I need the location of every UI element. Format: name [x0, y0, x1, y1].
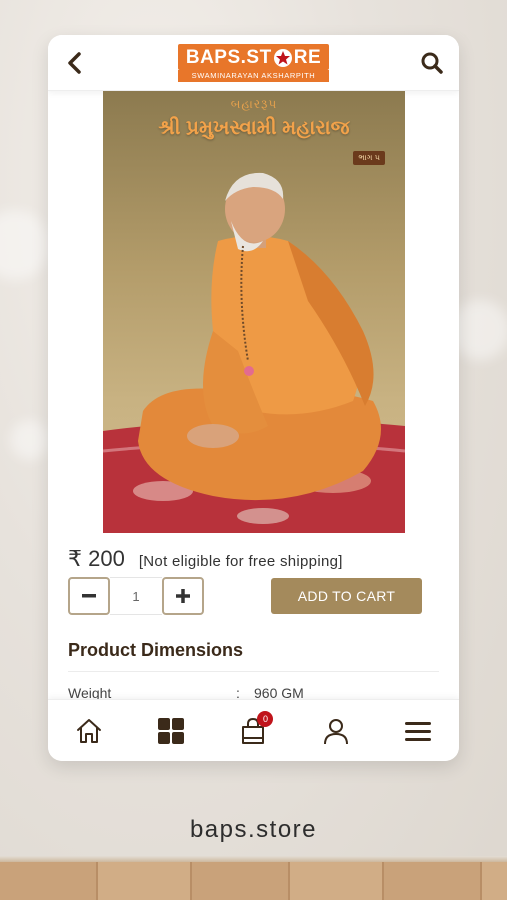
categories-nav-button[interactable] [149, 709, 193, 753]
star-icon [273, 48, 293, 68]
add-to-cart-button[interactable]: ADD TO CART [271, 578, 422, 614]
product-dimensions-heading: Product Dimensions [68, 640, 244, 660]
home-icon [77, 718, 102, 743]
cart-nav-button[interactable]: 0 [231, 709, 275, 753]
bottom-navigation: 0 [48, 699, 459, 761]
background-bokeh [10, 420, 50, 460]
minus-icon [82, 594, 96, 598]
product-price: ₹ 200 [68, 546, 125, 571]
decrease-quantity-button[interactable] [68, 577, 110, 615]
app-header: BAPS.ST RE SWAMINARAYAN AKSHARPITH [48, 35, 459, 91]
cart-count-badge: 0 [257, 710, 274, 727]
cover-illustration [103, 172, 405, 533]
logo-subtitle: SWAMINARAYAN AKSHARPITH [177, 69, 330, 82]
hamburger-menu-icon [404, 721, 431, 741]
background-bokeh [0, 210, 50, 280]
price-row: ₹ 200 [Not eligible for free shipping] [68, 546, 343, 572]
website-url: baps.store [189, 816, 318, 843]
account-nav-button[interactable] [314, 709, 358, 753]
grid-icon [158, 717, 185, 744]
back-arrow-icon[interactable] [60, 48, 90, 78]
section-divider [68, 671, 439, 672]
product-cover-image[interactable]: બહારરૂપ શ્રી પ્રમુખસ્વામી મહારાજ ભાગ ૫ [103, 91, 405, 533]
baps-store-logo[interactable]: BAPS.ST RE SWAMINARAYAN AKSHARPITH [177, 43, 330, 82]
user-icon [323, 718, 348, 744]
logo-wordmark: BAPS.ST RE [177, 43, 330, 70]
quantity-stepper [68, 577, 204, 615]
phone-frame: BAPS.ST RE SWAMINARAYAN AKSHARPITH બહારર… [48, 35, 459, 761]
wooden-floor [0, 862, 507, 900]
shipping-note: [Not eligible for free shipping] [138, 553, 343, 570]
home-nav-button[interactable] [67, 709, 111, 753]
quantity-input[interactable] [110, 577, 162, 615]
product-detail-content: બહારરૂપ શ્રી પ્રમુખસ્વામી મહારાજ ભાગ ૫ ₹… [48, 91, 459, 701]
increase-quantity-button[interactable] [162, 577, 204, 615]
plus-icon [176, 589, 190, 603]
search-icon[interactable] [417, 48, 447, 78]
menu-nav-button[interactable] [396, 709, 440, 753]
